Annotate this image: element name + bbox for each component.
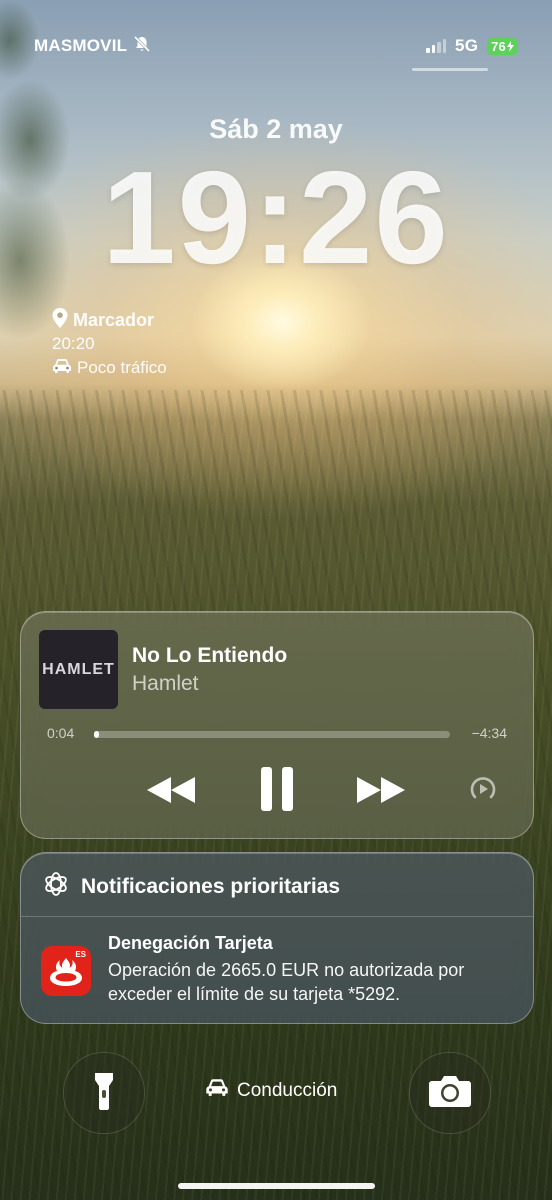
home-indicator[interactable]	[178, 1183, 375, 1189]
widget-place: Marcador	[73, 309, 155, 330]
widget-eta: 20:20	[52, 334, 95, 353]
flashlight-icon	[93, 1071, 115, 1116]
rewind-icon	[145, 775, 197, 810]
status-right: 5G 76	[426, 36, 518, 56]
song-title: No Lo Entiendo	[132, 644, 288, 667]
camera-button[interactable]	[409, 1052, 491, 1134]
bell-slash-icon	[133, 35, 151, 58]
artist-name: Hamlet	[132, 672, 199, 695]
maps-widget[interactable]: Marcador 20:20 Poco tráfico	[52, 307, 167, 380]
priority-notifications-card[interactable]: Notificaciones prioritarias ES Denegació…	[20, 852, 534, 1024]
car-icon	[52, 358, 72, 379]
signal-icon	[426, 39, 447, 53]
notification-title: Denegación Tarjeta	[108, 933, 273, 953]
album-art[interactable]: HAMLET	[39, 630, 118, 709]
status-left: MASMOVIL	[34, 35, 151, 58]
progress-scrubber[interactable]	[94, 731, 450, 738]
album-art-text: HAMLET	[42, 660, 115, 678]
remaining-time: −4:34	[471, 725, 507, 741]
car-icon	[205, 1078, 229, 1103]
rewind-button[interactable]	[143, 772, 199, 812]
location-pin-icon	[52, 307, 68, 333]
priority-icon	[43, 871, 69, 903]
notifications-divider	[21, 916, 533, 917]
santander-icon: ES	[41, 946, 91, 996]
network-label: 5G	[455, 36, 479, 55]
widget-eta-row: 20:20	[52, 332, 167, 356]
widget-place-row: Marcador	[52, 307, 167, 333]
flashlight-button[interactable]	[63, 1052, 145, 1134]
notification-body: Operación de 2665.0 EUR no autorizada po…	[108, 960, 465, 1004]
now-playing-card[interactable]: HAMLET No Lo Entiendo Hamlet 0:04 −4:34	[20, 611, 534, 839]
notifications-header-label: Notificaciones prioritarias	[81, 875, 341, 898]
pause-button[interactable]	[252, 765, 302, 817]
app-badge: ES	[75, 950, 86, 959]
status-indicator-line	[412, 68, 488, 71]
elapsed-time: 0:04	[47, 725, 75, 741]
widget-traffic: Poco tráfico	[77, 358, 167, 377]
airplay-icon	[469, 775, 497, 808]
lock-time[interactable]: 19:26	[0, 138, 552, 298]
battery-level: 76	[491, 38, 506, 54]
focus-mode-label: Conducción	[237, 1079, 338, 1101]
progress-fill	[94, 731, 100, 738]
airplay-button[interactable]	[467, 775, 499, 807]
pause-icon	[259, 766, 295, 817]
battery-icon: 76	[487, 37, 518, 55]
notifications-header[interactable]: Notificaciones prioritarias	[43, 871, 340, 903]
camera-icon	[428, 1074, 472, 1113]
carrier-label: MASMOVIL	[34, 36, 128, 55]
focus-mode[interactable]: Conducción	[205, 1078, 337, 1103]
widget-traffic-row: Poco tráfico	[52, 356, 167, 380]
status-bar: MASMOVIL 5G 76	[34, 34, 518, 58]
fast-forward-icon	[355, 775, 407, 810]
fast-forward-button[interactable]	[353, 772, 409, 812]
